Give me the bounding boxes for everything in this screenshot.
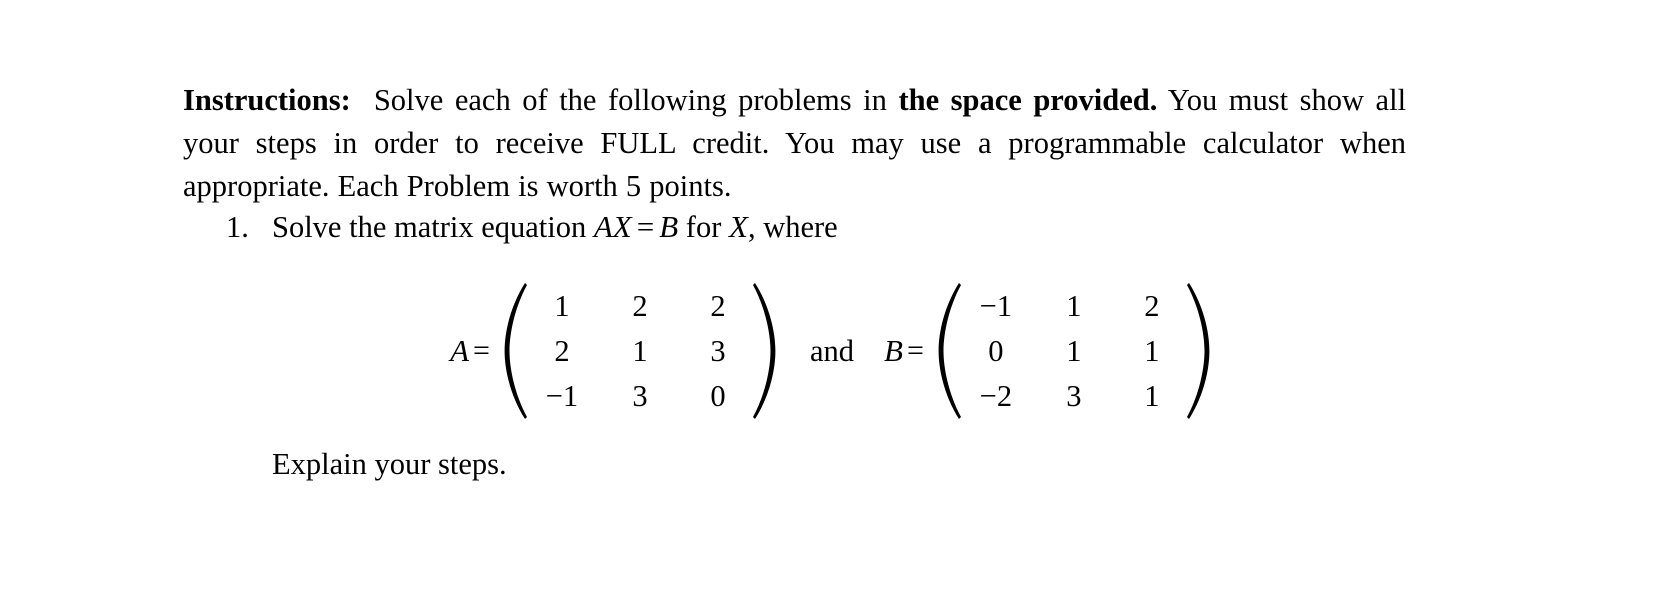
matrix-definitions-row: A = 1 2 2 2 1 3 −1 3 0 and B = −1 1 2 0 …	[0, 283, 1660, 419]
matrix-b-cell: −2	[979, 378, 1013, 413]
matrix-b-label: B	[884, 333, 903, 368]
instructions-label: Instructions:	[183, 82, 351, 117]
problem-prompt-mid: for	[685, 210, 722, 244]
matrix-b-cell: 3	[1066, 378, 1082, 413]
instructions-bold-phrase: the space provided.	[898, 82, 1158, 117]
problem-1-line: 1. Solve the matrix equation AX = B for X, …	[226, 206, 838, 248]
matrix-a-cell: 1	[554, 288, 570, 323]
instructions-text-part-1	[351, 83, 374, 117]
equation-rhs: B	[659, 209, 679, 244]
matrix-a-label: A	[450, 333, 470, 368]
matrix-a-cell: 3	[710, 333, 726, 368]
problem-prompt-after: , where	[747, 210, 838, 244]
matrix-a-cell: −1	[545, 378, 579, 413]
matrix-b-cell: 1	[1066, 288, 1082, 323]
document-page: Instructions: Solve each of the followin…	[0, 0, 1660, 610]
instructions-body-1: Solve each of the following problems in	[373, 82, 887, 117]
matrix-a-values: 1 2 2 2 1 3 −1 3 0	[530, 284, 750, 419]
left-paren-icon	[938, 283, 961, 419]
matrix-a-cell: 1	[632, 333, 648, 368]
matrix-b-values: −1 1 2 0 1 1 −2 3 1	[964, 284, 1184, 419]
matrix-a-cell: 2	[632, 288, 648, 323]
right-paren-icon	[1186, 283, 1210, 419]
matrix-b-cell: −1	[979, 288, 1013, 323]
equation-equals: =	[636, 209, 655, 244]
matrix-a-group: A = 1 2 2 2 1 3 −1 3 0	[450, 283, 776, 419]
problem-number: 1.	[226, 210, 249, 244]
matrix-a-cell: 2	[554, 333, 570, 368]
equation-lhs: AX	[593, 209, 632, 244]
matrix-a-cell: 2	[710, 288, 726, 323]
matrix-b-cell: 1	[1144, 378, 1160, 413]
matrix-a-cell: 0	[710, 378, 726, 413]
matrix-a-cell: 3	[632, 378, 648, 413]
matrix-b-cell: 1	[1144, 333, 1160, 368]
matrix-conjunction: and	[809, 333, 855, 368]
equation-unknown: X	[729, 209, 748, 244]
matrix-b-equals: =	[906, 334, 924, 367]
left-paren-icon	[504, 283, 527, 419]
instructions-paragraph: Instructions: Solve each of the followin…	[183, 79, 1406, 208]
matrix-a-equals: =	[473, 334, 490, 367]
matrix-b-cell: 1	[1066, 333, 1082, 368]
problem-prompt-before: Solve the matrix equation	[272, 210, 587, 244]
matrix-b-group: B = −1 1 2 0 1 1 −2 3 1	[884, 283, 1210, 419]
matrix-b-cell: 0	[988, 333, 1004, 368]
explain-steps-line: Explain your steps.	[272, 447, 507, 481]
matrix-b-cell: 2	[1144, 288, 1160, 323]
right-paren-icon	[752, 283, 776, 419]
